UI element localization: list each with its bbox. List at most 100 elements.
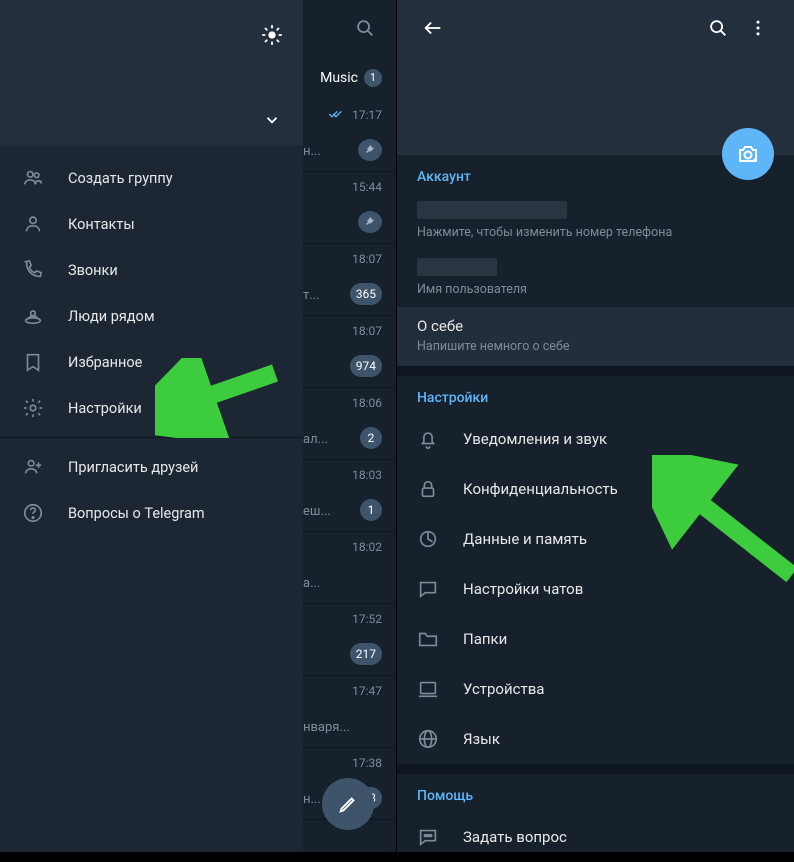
chat-time: 18:02	[352, 540, 382, 554]
compose-fab[interactable]	[322, 778, 374, 830]
settings-item-label: Папки	[463, 630, 507, 648]
unread-badge: 2	[360, 427, 382, 449]
chat-row[interactable]: 18:02 а...	[303, 532, 396, 604]
search-icon[interactable]	[354, 17, 376, 39]
folder-icon	[417, 628, 445, 650]
chat-snippet: т...	[303, 288, 320, 303]
settings-item-label: Настройки чатов	[463, 580, 583, 598]
settings-item-label: Уведомления и звук	[463, 430, 607, 448]
gear-icon	[22, 397, 50, 419]
chat-row[interactable]: 17:52 217	[303, 604, 396, 676]
settings-item-folders[interactable]: Папки	[397, 614, 794, 664]
theme-toggle-icon[interactable]	[261, 24, 283, 46]
drawer-item-create-group[interactable]: Создать группу	[0, 155, 303, 201]
chat-time: 18:03	[352, 468, 382, 482]
folder-tab[interactable]: Music 1	[303, 55, 396, 100]
chat-icon	[417, 578, 445, 600]
settings-item-label: Устройства	[463, 680, 544, 698]
drawer-item-label: Люди рядом	[68, 308, 155, 325]
drawer-item-invite[interactable]: Пригласить друзей	[0, 444, 303, 490]
chat-snippet: еш...	[303, 504, 331, 519]
search-icon[interactable]	[698, 17, 738, 39]
unread-badge: 1	[360, 499, 382, 521]
profile-header	[397, 55, 794, 155]
chat-row[interactable]: 17:47 нваря...	[303, 676, 396, 748]
bell-icon	[417, 428, 445, 450]
chat-time: 17:17	[352, 108, 382, 122]
chat-row[interactable]: 18:07974	[303, 316, 396, 388]
right-phone: Аккаунт Нажмите, чтобы изменить номер те…	[397, 0, 794, 852]
chat-snippet: а...	[303, 576, 320, 591]
chat-row[interactable]: 18:07 т... 365	[303, 244, 396, 316]
phone-number-item[interactable]: Нажмите, чтобы изменить номер телефона	[397, 193, 794, 250]
strip-header	[303, 0, 396, 55]
section-divider	[397, 366, 794, 376]
chat-time: 18:06	[352, 396, 382, 410]
chat-time: 17:47	[352, 684, 382, 698]
chat-row[interactable]: 15:44	[303, 172, 396, 244]
chat-snippet: нваря...	[303, 720, 350, 735]
chat-row[interactable]: 18:03 еш... 1	[303, 460, 396, 532]
username-redacted	[417, 258, 497, 276]
settings-item-devices[interactable]: Устройства	[397, 664, 794, 714]
drawer-item-label: Звонки	[68, 262, 118, 279]
chat-snippet: н...	[303, 792, 321, 807]
about-item[interactable]: О себе Напишите немного о себе	[397, 307, 794, 366]
unread-badge: 365	[350, 283, 382, 305]
settings-item-label: Задать вопрос	[463, 828, 567, 846]
group-icon	[22, 167, 50, 189]
chat-time: 17:52	[352, 612, 382, 626]
about-label: О себе	[417, 317, 774, 335]
chat-row[interactable]: 17:17 н...	[303, 100, 396, 172]
drawer-menu: Создать группу Контакты Звонки Люди рядо…	[0, 145, 303, 536]
back-icon[interactable]	[413, 17, 453, 39]
arrow-annotation-privacy	[652, 455, 794, 595]
more-icon[interactable]	[738, 18, 778, 38]
drawer-item-label: Избранное	[68, 354, 142, 371]
tab-badge: 1	[364, 69, 382, 87]
settings-toolbar	[397, 0, 794, 55]
globe-icon	[417, 728, 445, 750]
settings-item-language[interactable]: Язык	[397, 714, 794, 764]
pin-icon	[358, 211, 382, 233]
settings-item-label: Данные и память	[463, 530, 587, 548]
chevron-down-icon[interactable]	[263, 111, 281, 129]
unread-badge: 974	[350, 355, 382, 377]
username-item[interactable]: Имя пользователя	[397, 250, 794, 307]
devices-icon	[417, 678, 445, 700]
settings-section-title: Настройки	[397, 376, 794, 414]
tab-label: Music	[320, 70, 358, 86]
bookmark-icon	[22, 351, 50, 373]
lock-icon	[417, 478, 445, 500]
drawer-item-label: Вопросы о Telegram	[68, 505, 205, 522]
drawer-item-contacts[interactable]: Контакты	[0, 201, 303, 247]
drawer-item-label: Создать группу	[68, 170, 173, 187]
chat-snippet: н...	[303, 144, 321, 159]
pin-icon	[358, 139, 382, 161]
section-divider	[397, 764, 794, 774]
arrow-annotation-settings	[155, 358, 285, 438]
username-hint: Имя пользователя	[417, 282, 774, 297]
drawer-item-faq[interactable]: Вопросы о Telegram	[0, 490, 303, 536]
unread-badge: 217	[350, 643, 382, 665]
settings-item-ask[interactable]: Задать вопрос	[397, 812, 794, 862]
drawer-item-label: Настройки	[68, 400, 142, 417]
chat-list-strip: Music 1 17:17 н... 15:44 18:07 т... 365 18:079…	[303, 0, 396, 852]
settings-item-label: Язык	[463, 730, 500, 748]
phone-hint: Нажмите, чтобы изменить номер телефона	[417, 225, 774, 240]
drawer-item-label: Пригласить друзей	[68, 459, 198, 476]
chat-snippet: ал...	[303, 432, 328, 447]
help-icon	[22, 502, 50, 524]
data-icon	[417, 528, 445, 550]
settings-item-label: Конфиденциальность	[463, 480, 618, 498]
left-phone: Создать группу Контакты Звонки Люди рядо…	[0, 0, 395, 852]
chat-row[interactable]: 18:06 ал... 2	[303, 388, 396, 460]
help-section-title: Помощь	[397, 774, 794, 812]
camera-fab[interactable]	[722, 128, 774, 180]
chat-time: 18:07	[352, 252, 382, 266]
chat-time: 15:44	[352, 180, 382, 194]
drawer-item-label: Контакты	[68, 216, 135, 233]
drawer-item-nearby[interactable]: Люди рядом	[0, 293, 303, 339]
read-checks-icon	[328, 108, 344, 120]
drawer-item-calls[interactable]: Звонки	[0, 247, 303, 293]
